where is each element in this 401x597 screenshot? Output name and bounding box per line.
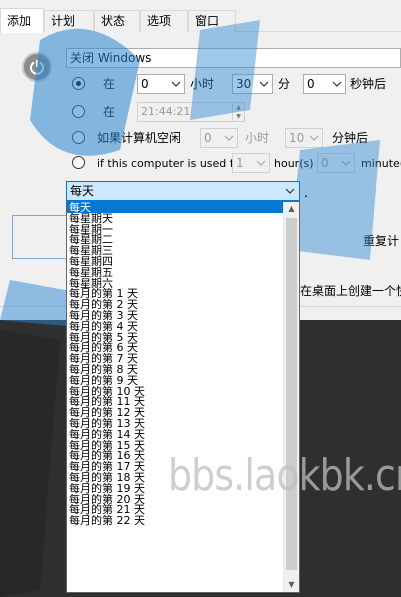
dropdown-item[interactable]: 每月的第 9 天 [67, 375, 284, 386]
dropdown-item[interactable]: 每星期二 [67, 234, 284, 245]
row4-hours-value: 1 [236, 156, 244, 170]
row2-prefix: 在 [103, 105, 116, 119]
repeat-frame [12, 215, 68, 259]
row4-minutes-unit: minute(s [361, 157, 401, 170]
dropdown-item[interactable]: 每月的第 11 天 [67, 396, 284, 407]
tab-window[interactable]: 窗口 [188, 10, 236, 32]
repeat-dropdown-list[interactable]: 每天 每星期天 每星期一 每星期二 每星期三 每星期四 每星期五 每星期六 每月的第 1 天每月… [66, 201, 300, 593]
chevron-down-icon [332, 81, 342, 87]
tab-schedule[interactable]: 计划 [44, 10, 94, 32]
tab-add[interactable]: 添加 [0, 8, 44, 33]
row3-hours-select[interactable]: 0 [200, 128, 238, 148]
dropdown-item[interactable]: 每星期一 [67, 224, 284, 235]
dropdown-item[interactable]: 每天 [67, 202, 284, 213]
chevron-down-icon [259, 81, 269, 87]
chevron-down-icon [171, 81, 181, 87]
power-button[interactable] [22, 52, 52, 82]
scroll-down-icon[interactable]: ▼ [284, 578, 299, 592]
dropdown-item[interactable]: 每月的第 14 天 [67, 429, 284, 440]
action-select-value: 关闭 Windows [70, 51, 152, 65]
row3-prefix: 如果计算机空闲 [97, 131, 182, 145]
dropdown-item[interactable]: 每月的第 18 天 [67, 472, 284, 483]
radio-idle[interactable] [72, 131, 85, 144]
dropdown-item[interactable]: 每月的第 1 天 [67, 288, 284, 299]
row4-hours-select[interactable]: 1 [232, 153, 270, 173]
row1-seconds-select[interactable]: 0 [303, 74, 346, 94]
row3-minutes-select[interactable]: 10 [285, 128, 323, 148]
row3-hours-unit: 小时 [245, 131, 270, 145]
action-select[interactable]: 关闭 Windows [66, 48, 401, 68]
row1-hours-unit: 小时 [190, 77, 215, 91]
row1-hours-select[interactable]: 0 [137, 74, 185, 94]
row2-time-value: 21:44:21 [141, 105, 191, 118]
dropdown-item[interactable]: 每月的第 22 天 [67, 515, 284, 526]
spin-buttons[interactable]: ▲ ▼ [232, 103, 244, 121]
radio-countdown[interactable] [72, 77, 85, 90]
dropdown-item[interactable]: 每星期三 [67, 245, 284, 256]
row4-minutes-value: 0 [321, 156, 329, 170]
dropdown-item[interactable]: 每月的第 19 天 [67, 483, 284, 494]
dropdown-item[interactable]: 每月的第 15 天 [67, 440, 284, 451]
dropdown-item[interactable]: 每月的第 16 天 [67, 450, 284, 461]
dropdown-item[interactable]: 每星期五 [67, 267, 284, 278]
dropdown-item[interactable]: 每星期天 [67, 213, 284, 224]
radio-usage[interactable] [72, 156, 85, 169]
dropdown-items: 每天 每星期天 每星期一 每星期二 每星期三 每星期四 每星期五 每星期六 每月的第 1 天每月… [67, 202, 284, 526]
row1-minutes-select[interactable]: 30 [232, 74, 273, 94]
dropdown-item[interactable]: 每月的第 7 天 [67, 353, 284, 364]
repeat-combobox[interactable]: 每天 [66, 181, 300, 201]
dropdown-item[interactable]: 每月的第 2 天 [67, 299, 284, 310]
dropdown-item[interactable]: 每月的第 4 天 [67, 321, 284, 332]
scroll-up-icon[interactable]: ▲ [284, 202, 299, 216]
chevron-down-icon [341, 160, 351, 166]
dropdown-item[interactable]: 每月的第 13 天 [67, 418, 284, 429]
dropdown-item[interactable]: 每星期六 [67, 278, 284, 289]
dropdown-item[interactable]: 每月的第 21 天 [67, 504, 284, 515]
scroll-thumb[interactable] [286, 218, 297, 570]
row3-minutes-value: 10 [289, 131, 305, 145]
chevron-down-icon [224, 135, 234, 141]
dropdown-item[interactable]: 每月的第 12 天 [67, 407, 284, 418]
row4-prefix: if this computer is used for [97, 157, 245, 170]
row4-minutes-select[interactable]: 0 [317, 153, 355, 173]
dropdown-item[interactable]: 每星期四 [67, 256, 284, 267]
row1-prefix: 在 [103, 77, 116, 91]
radio-at-time[interactable] [72, 105, 85, 118]
row1-seconds-unit: 秒钟后 [350, 77, 387, 91]
row1-minutes-value: 30 [236, 77, 252, 91]
repeat-combobox-value: 每天 [70, 184, 95, 198]
dropdown-item[interactable]: 每月的第 8 天 [67, 364, 284, 375]
repeat-label: 重复计 [363, 234, 400, 248]
tab-options[interactable]: 选项 [140, 10, 188, 32]
chevron-down-icon [309, 135, 319, 141]
power-icon [30, 60, 44, 75]
chevron-down-icon [256, 160, 266, 166]
dropdown-item[interactable]: 每月的第 6 天 [67, 342, 284, 353]
chevron-down-icon [285, 188, 295, 194]
create-shortcut-label[interactable]: 在桌面上创建一个快 [300, 282, 401, 299]
dropdown-item[interactable]: 每月的第 17 天 [67, 461, 284, 472]
dropdown-item[interactable]: 每月的第 3 天 [67, 310, 284, 321]
tab-strip: 添加 计划 状态 选项 窗口 [0, 8, 401, 33]
row1-minutes-unit: 分 [278, 77, 291, 91]
row2-time-picker[interactable]: 21:44:21 ▲ ▼ [137, 102, 245, 122]
dropdown-scrollbar[interactable]: ▲ ▼ [283, 202, 299, 592]
row3-minutes-unit: 分钟后 [332, 131, 369, 145]
row3-hours-value: 0 [204, 131, 212, 145]
dropdown-item[interactable]: 每月的第 5 天 [67, 332, 284, 343]
dropdown-item[interactable]: 每月的第 20 天 [67, 494, 284, 505]
tab-status[interactable]: 状态 [94, 10, 140, 32]
combo-suffix: . [304, 186, 308, 200]
row4-hours-unit: hour(s) [274, 157, 314, 170]
row1-seconds-value: 0 [307, 77, 315, 91]
row1-hours-value: 0 [141, 77, 149, 91]
dropdown-item[interactable]: 每月的第 10 天 [67, 386, 284, 397]
